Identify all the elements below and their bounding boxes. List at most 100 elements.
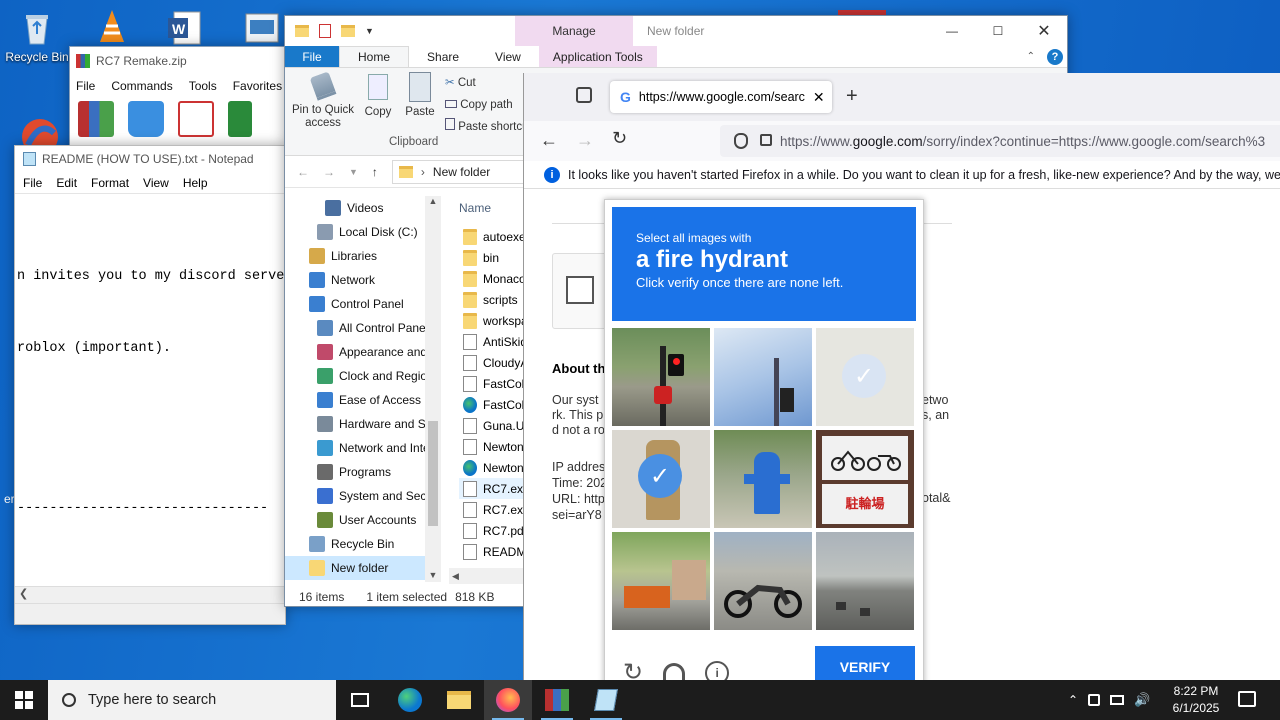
captcha-tile[interactable]	[714, 532, 812, 630]
nav-item[interactable]: New folder	[285, 556, 441, 580]
device-icon[interactable]	[1088, 694, 1101, 706]
captcha-tile[interactable]: ✓	[816, 328, 914, 426]
paste-button[interactable]: Paste	[403, 72, 437, 118]
taskbar-winrar[interactable]	[533, 680, 581, 720]
file-row[interactable]: Newtonsoft.Json	[463, 436, 525, 457]
notepad-menu-edit[interactable]: Edit	[56, 176, 77, 190]
desktop-icon-recycle-bin[interactable]: Recycle Bin	[2, 8, 72, 64]
scroll-up-arrow-icon[interactable]: ▲	[425, 196, 441, 206]
nav-item[interactable]: Network	[309, 268, 441, 292]
nav-item[interactable]: Libraries	[309, 244, 441, 268]
captcha-tile[interactable]	[714, 430, 812, 528]
extract-to-icon[interactable]	[128, 101, 164, 137]
nav-item[interactable]: System and Security	[317, 484, 441, 508]
notifications-icon[interactable]	[1238, 691, 1256, 707]
captcha-tile[interactable]	[816, 532, 914, 630]
file-row[interactable]: RC7.exe	[459, 478, 525, 499]
captcha-tile[interactable]	[714, 328, 812, 426]
nav-scroll-thumb[interactable]	[428, 421, 438, 526]
properties-icon[interactable]	[319, 24, 331, 38]
winrar-menu-commands[interactable]: Commands	[111, 79, 172, 93]
taskbar-edge[interactable]	[386, 680, 434, 720]
winrar-menu-tools[interactable]: Tools	[189, 79, 217, 93]
chevron-down-icon[interactable]: ▼	[365, 26, 374, 36]
column-header-name[interactable]: Name	[449, 196, 525, 220]
verify-button[interactable]: VERIFY	[815, 646, 915, 680]
start-button[interactable]	[0, 680, 48, 720]
chevron-up-icon[interactable]: ⌃	[1027, 51, 1035, 62]
tab-google-search[interactable]: G https://www.google.com/search ✕	[610, 81, 832, 113]
maximize-icon[interactable]: ☐	[975, 16, 1021, 46]
file-row[interactable]: FastColoredTextBox	[463, 394, 525, 415]
copy-button[interactable]: Copy	[363, 74, 393, 118]
file-row[interactable]: Guna.UI2	[463, 415, 525, 436]
taskbar-file-explorer[interactable]	[435, 680, 483, 720]
file-row[interactable]: scripts	[463, 289, 525, 310]
volume-icon[interactable]: 🔊	[1134, 692, 1150, 708]
nav-item[interactable]: Videos	[325, 196, 441, 220]
captcha-tile[interactable]: 駐輪場	[816, 430, 914, 528]
reload-icon[interactable]: ↻	[623, 658, 643, 680]
recent-chevron-icon[interactable]: ▼	[349, 167, 358, 177]
minimize-icon[interactable]: —	[929, 16, 975, 46]
back-arrow-icon[interactable]: ←	[540, 130, 558, 151]
tab-home[interactable]: Home	[339, 46, 410, 67]
close-icon[interactable]: ✕	[1021, 16, 1067, 46]
vlc-icon[interactable]	[92, 6, 132, 49]
file-row[interactable]: FastColoredTextBox	[463, 373, 525, 394]
taskbar-notepad[interactable]	[582, 680, 630, 720]
add-archive-icon[interactable]	[78, 101, 114, 137]
new-tab-plus-icon[interactable]: +	[846, 85, 858, 108]
test-icon[interactable]	[178, 101, 214, 137]
url-bar[interactable]: https://www. google.com/sorry/index?conti…	[720, 125, 1280, 157]
reload-icon[interactable]: ↻	[612, 128, 627, 149]
file-row[interactable]: README	[463, 541, 525, 562]
cut-button[interactable]: ✂ Cut	[445, 72, 532, 94]
clock[interactable]: 8:22 PM 6/1/2025	[1160, 683, 1232, 717]
file-row[interactable]: bin	[463, 247, 525, 268]
scroll-left-arrow-icon[interactable]: ❮	[19, 587, 28, 600]
image-file-icon[interactable]	[244, 10, 280, 49]
new-folder-icon[interactable]	[341, 25, 355, 37]
manage-context-tab[interactable]: Manage	[515, 16, 633, 46]
nav-item[interactable]: Ease of Access	[317, 388, 441, 412]
recaptcha-checkbox[interactable]	[566, 276, 594, 304]
nav-item[interactable]: Programs	[317, 460, 441, 484]
taskbar-firefox[interactable]	[484, 680, 532, 720]
nav-item[interactable]: Clock and Region	[317, 364, 441, 388]
lock-icon[interactable]	[760, 134, 772, 146]
file-row[interactable]: Monaco	[463, 268, 525, 289]
shield-icon[interactable]	[734, 133, 748, 149]
taskbar-search-box[interactable]: Type here to search	[48, 680, 336, 720]
notepad-menu-view[interactable]: View	[143, 176, 169, 190]
nav-item[interactable]: Network and Internet	[317, 436, 441, 460]
paste-shortcut-button[interactable]: Paste shortcut	[445, 116, 532, 138]
firefox-view-icon[interactable]	[576, 87, 592, 103]
file-list-hscrollbar[interactable]: ◀	[449, 568, 525, 584]
back-arrow-icon[interactable]: ←	[297, 165, 309, 179]
explorer-titlebar[interactable]: ▼ Manage New folder — ☐ ✕	[285, 16, 1067, 46]
winrar-menu-favorites[interactable]: Favorites	[233, 79, 282, 93]
network-icon[interactable]	[1110, 695, 1125, 705]
notepad-horizontal-scrollbar[interactable]: ❮	[15, 586, 285, 603]
nav-item[interactable]: Control Panel	[309, 292, 441, 316]
help-icon[interactable]: ?	[1047, 48, 1063, 65]
winrar-titlebar[interactable]: RC7 Remake.zip	[70, 47, 288, 75]
pin-quick-access-button[interactable]: Pin to Quick access	[291, 71, 355, 130]
scroll-down-arrow-icon[interactable]: ▼	[425, 570, 441, 580]
notepad-titlebar[interactable]: README (HOW TO USE).txt - Notepad	[15, 146, 285, 172]
nav-item[interactable]: Recycle Bin	[309, 532, 441, 556]
file-row[interactable]: AntiSkid	[463, 331, 525, 352]
notepad-text-area[interactable]: n invites you to my discord server roblo…	[15, 194, 285, 580]
tab-view[interactable]: View	[477, 46, 539, 67]
nav-item[interactable]: Appearance and Personalization	[317, 340, 441, 364]
task-view-button[interactable]	[336, 680, 384, 720]
scroll-left-arrow-icon[interactable]: ◀	[449, 571, 459, 581]
tab-file[interactable]: File	[285, 46, 339, 67]
copy-path-button[interactable]: Copy path	[445, 94, 532, 116]
chevron-up-icon[interactable]: ⌃	[1068, 693, 1078, 707]
headphones-icon[interactable]	[663, 662, 686, 680]
forward-arrow-icon[interactable]: →	[323, 165, 335, 179]
file-row[interactable]: RC7.exe.config	[463, 499, 525, 520]
notepad-menu-help[interactable]: Help	[183, 176, 208, 190]
